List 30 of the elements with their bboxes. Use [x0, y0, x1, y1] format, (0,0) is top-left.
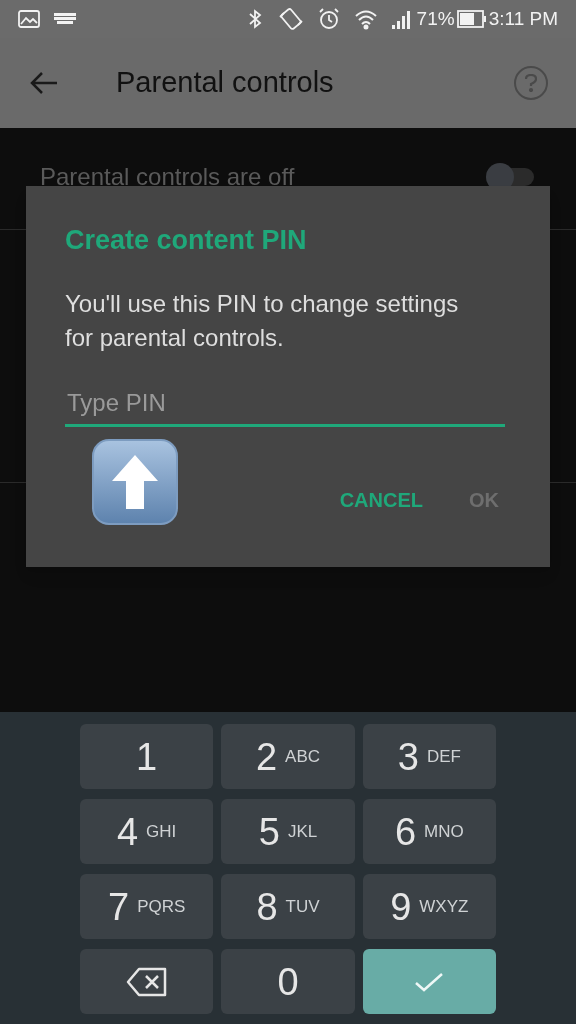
- vibrate-icon: [277, 7, 304, 31]
- keypad-key[interactable]: 6 MNO: [362, 799, 496, 864]
- bluetooth-icon: [247, 9, 262, 29]
- keyboard-icon: [54, 13, 76, 25]
- battery-percent: 71%: [416, 6, 455, 31]
- clock: 3:11 PM: [488, 6, 558, 31]
- screen-title: Parental controls: [116, 65, 334, 101]
- dialog-title: Create content PIN: [65, 224, 308, 257]
- keypad-key[interactable]: 1: [80, 724, 214, 789]
- battery-icon: [456, 10, 487, 28]
- back-arrow-icon: [30, 71, 58, 95]
- pin-field[interactable]: Type PIN: [65, 382, 505, 427]
- backspace-key[interactable]: [80, 949, 214, 1014]
- dialog-message: You'll use this PIN to change settings for parental controls.: [65, 288, 460, 353]
- keypad-key[interactable]: 8 TUV: [221, 874, 355, 939]
- image-icon: [18, 10, 40, 28]
- backspace-icon: [125, 966, 168, 997]
- keypad-key[interactable]: 5 JKL: [221, 799, 355, 864]
- question-mark-icon: [525, 74, 537, 92]
- keypad-key[interactable]: 2 ABC: [221, 724, 355, 789]
- keypad-key[interactable]: 7 PQRS: [80, 874, 214, 939]
- keypad-key[interactable]: 4 GHI: [80, 799, 214, 864]
- wifi-icon: [353, 8, 378, 30]
- keypad-key[interactable]: 0: [221, 949, 355, 1014]
- keypad-key[interactable]: 3 DEF: [362, 724, 496, 789]
- alarm-clock-icon: [317, 8, 340, 30]
- keypad-key[interactable]: 9 WXYZ: [362, 874, 496, 939]
- checkmark-icon: [414, 970, 445, 993]
- help-button[interactable]: [514, 66, 548, 100]
- setting-label: Parental controls are off: [40, 161, 295, 192]
